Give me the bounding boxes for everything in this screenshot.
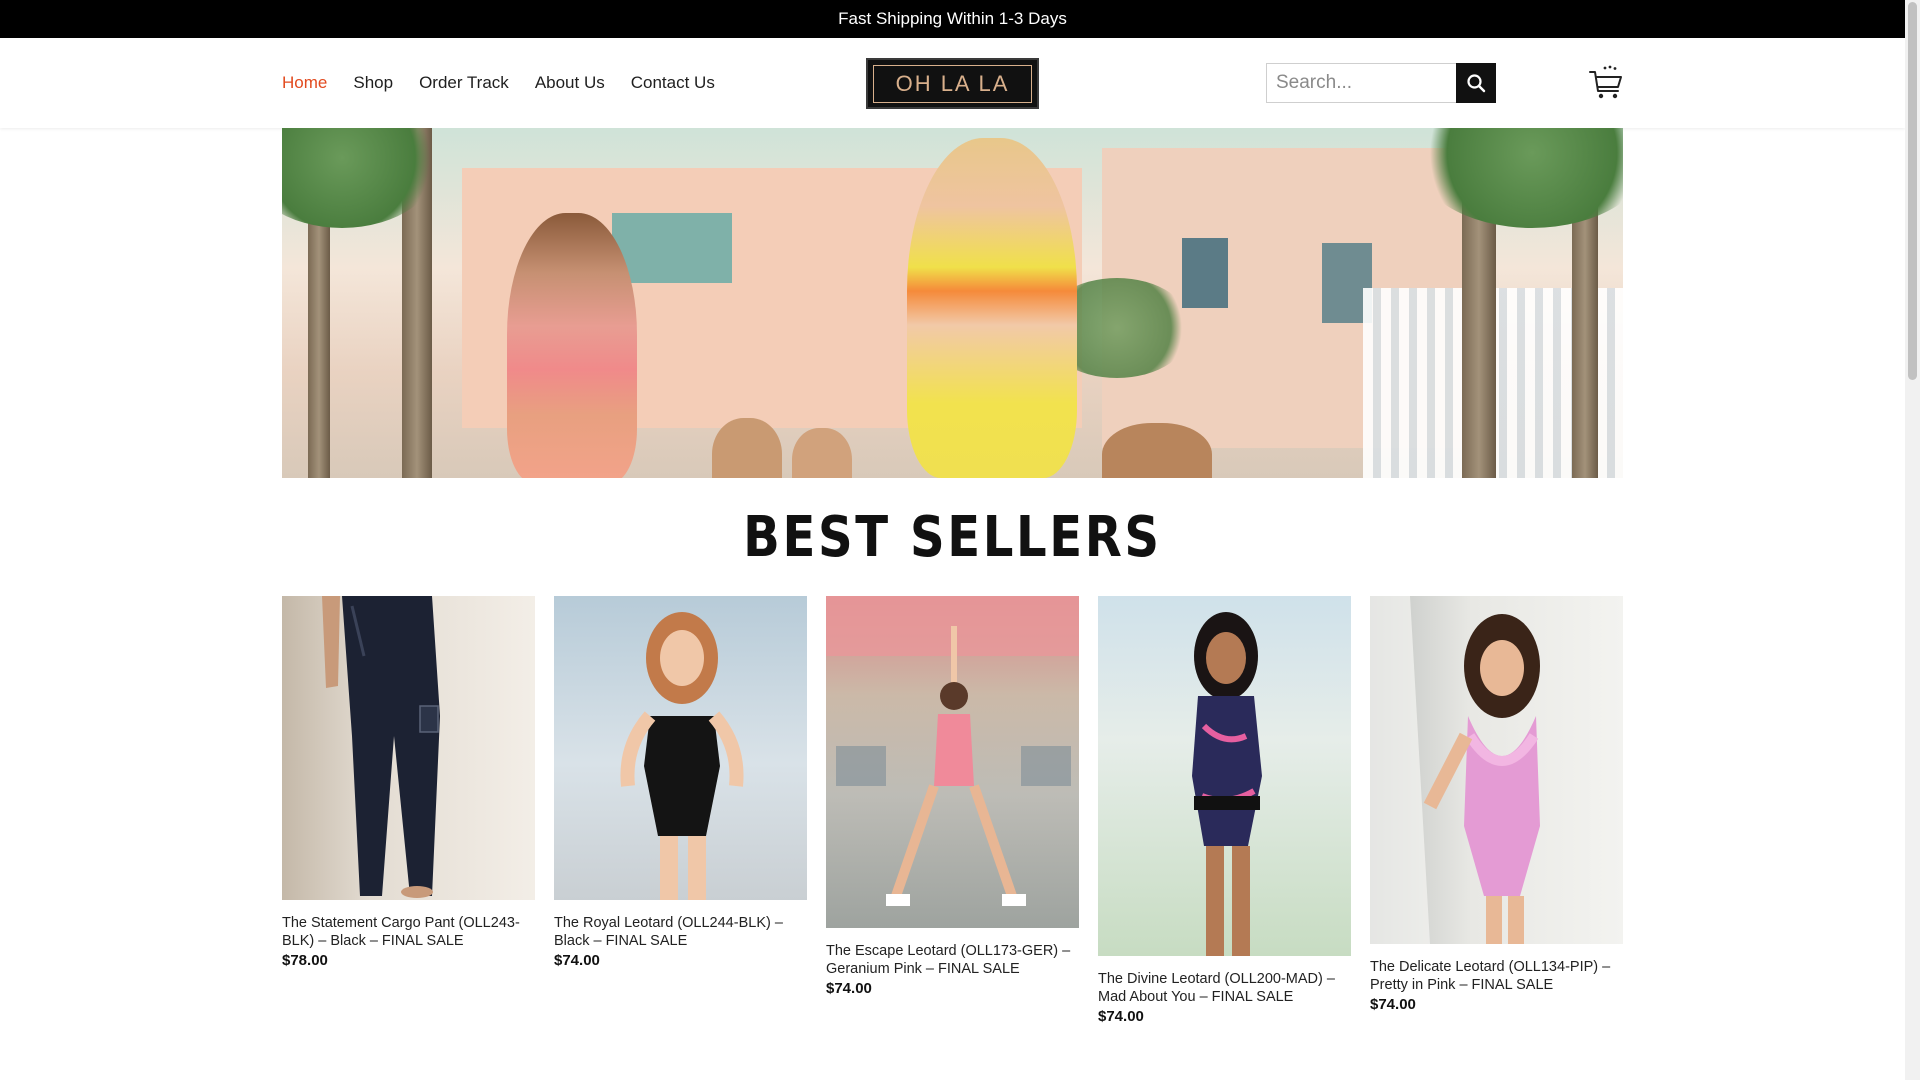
product-image[interactable] <box>1098 596 1351 956</box>
site-logo[interactable]: OH LA LA <box>866 58 1039 109</box>
product-card[interactable]: The Royal Leotard (OLL244-BLK) – Black –… <box>554 596 807 969</box>
product-price: $74.00 <box>554 952 600 969</box>
product-card[interactable]: The Escape Leotard (OLL173-GER) – Gerani… <box>826 596 1079 997</box>
nav-about-us[interactable]: About Us <box>535 73 605 93</box>
hero-model-left <box>507 213 637 478</box>
product-name[interactable]: The Royal Leotard (OLL244-BLK) – Black –… <box>554 914 807 950</box>
hero-banner[interactable] <box>282 128 1623 478</box>
hero-window <box>612 213 732 283</box>
logo-text: OH LA LA <box>895 70 1010 96</box>
page-scrollbar[interactable] <box>1905 0 1920 1080</box>
nav-contact-us[interactable]: Contact Us <box>631 73 715 93</box>
product-name[interactable]: The Delicate Leotard (OLL134-PIP) – Pret… <box>1370 958 1623 994</box>
main-nav: Home Shop Order Track About Us Contact U… <box>282 38 715 128</box>
search-button[interactable] <box>1456 63 1496 103</box>
product-price: $74.00 <box>826 980 872 997</box>
search-icon <box>1467 74 1486 93</box>
product-image[interactable] <box>282 596 535 900</box>
product-card[interactable]: The Delicate Leotard (OLL134-PIP) – Pret… <box>1370 596 1623 1013</box>
product-name[interactable]: The Escape Leotard (OLL173-GER) – Gerani… <box>826 942 1079 978</box>
nav-home[interactable]: Home <box>282 73 327 93</box>
hero-model-center <box>907 138 1077 478</box>
announcement-text: Fast Shipping Within 1-3 Days <box>838 9 1067 28</box>
cart-icon <box>1589 65 1622 99</box>
product-card[interactable]: The Statement Cargo Pant (OLL243-BLK) – … <box>282 596 535 969</box>
cart-button[interactable] <box>1588 64 1624 100</box>
nav-shop[interactable]: Shop <box>353 73 393 93</box>
hero-model-bottom <box>1102 423 1212 478</box>
product-name[interactable]: The Divine Leotard (OLL200-MAD) – Mad Ab… <box>1098 970 1351 1006</box>
product-image[interactable] <box>826 596 1079 928</box>
logo-frame: OH LA LA <box>873 64 1032 103</box>
product-photo-illustration <box>620 612 744 900</box>
site-header: Home Shop Order Track About Us Contact U… <box>0 38 1905 128</box>
scrollbar-thumb[interactable] <box>1908 2 1917 380</box>
product-image[interactable] <box>1370 596 1623 944</box>
hero-window <box>1182 238 1228 308</box>
page: Fast Shipping Within 1-3 Days Home Shop … <box>0 0 1920 1080</box>
search-form <box>1266 63 1496 103</box>
nav-order-track[interactable]: Order Track <box>419 73 509 93</box>
product-photo-illustration <box>826 596 1079 906</box>
product-name[interactable]: The Statement Cargo Pant (OLL243-BLK) – … <box>282 914 535 950</box>
product-photo-illustration <box>1370 596 1540 944</box>
section-title: BEST SELLERS <box>743 505 1162 570</box>
hero-model-bottom <box>712 418 782 478</box>
product-price: $74.00 <box>1370 996 1416 1013</box>
product-price: $78.00 <box>282 952 328 969</box>
search-input[interactable] <box>1266 63 1456 103</box>
announcement-bar: Fast Shipping Within 1-3 Days <box>0 0 1905 38</box>
product-photo-illustration <box>322 596 440 898</box>
product-image[interactable] <box>554 596 807 900</box>
product-price: $74.00 <box>1098 1008 1144 1025</box>
hero-model-bottom <box>792 428 852 478</box>
product-card[interactable]: The Divine Leotard (OLL200-MAD) – Mad Ab… <box>1098 596 1351 1025</box>
product-photo-illustration <box>1192 612 1262 956</box>
